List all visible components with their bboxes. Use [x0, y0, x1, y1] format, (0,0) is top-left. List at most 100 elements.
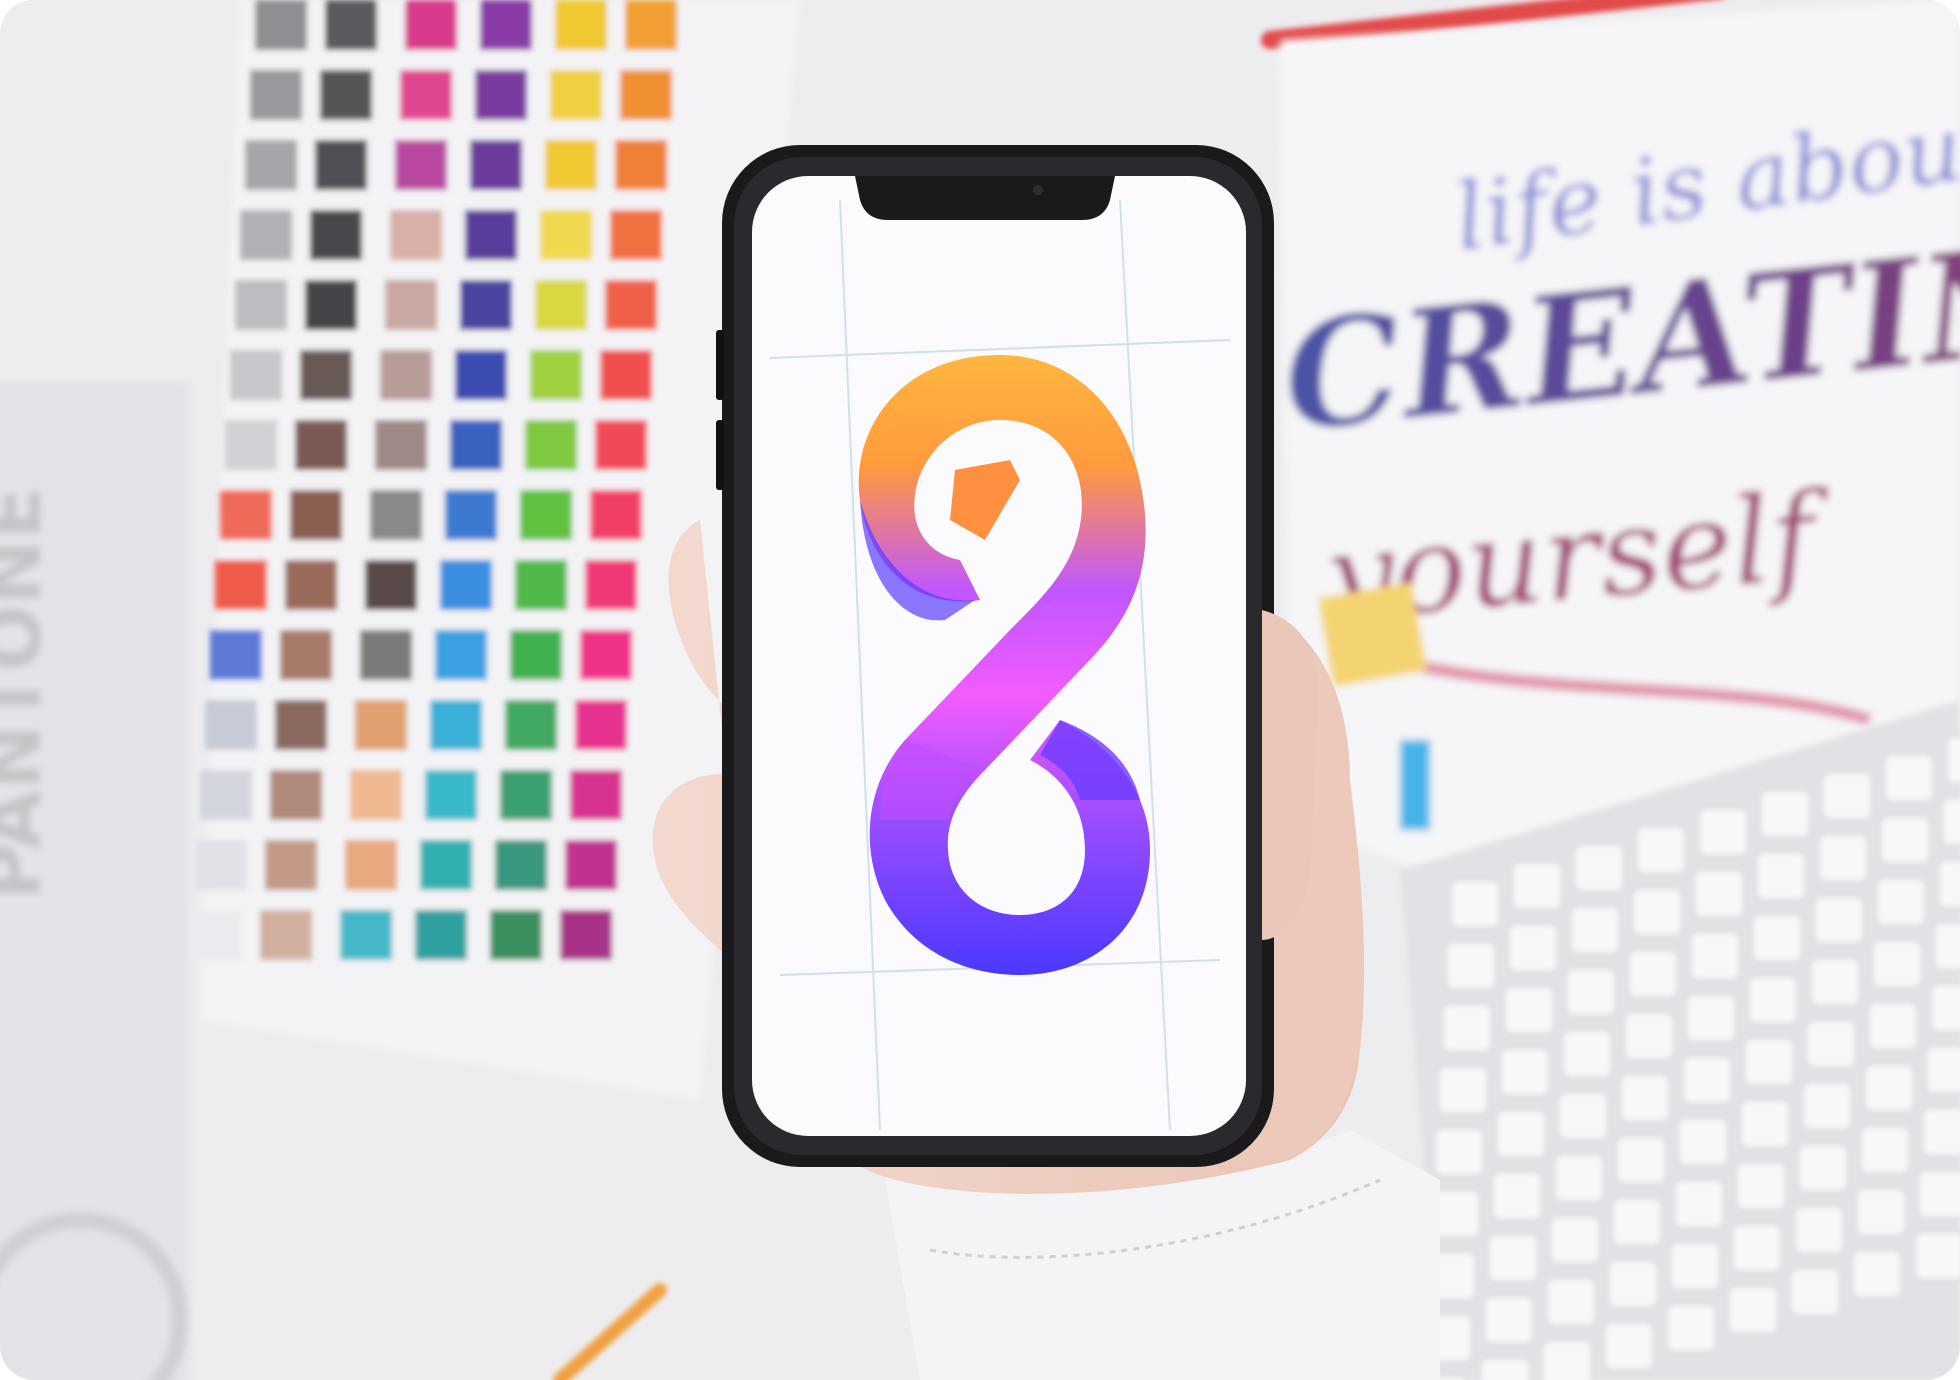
color-swatch	[300, 350, 352, 400]
color-swatch	[580, 630, 632, 680]
keyboard-key	[1801, 1081, 1853, 1131]
color-swatch	[315, 140, 367, 190]
keyboard-key	[1511, 861, 1563, 911]
color-swatch	[305, 280, 357, 330]
color-swatch	[500, 770, 552, 820]
color-swatch	[205, 700, 257, 750]
keyboard-key	[1863, 1063, 1915, 1113]
keyboard-key	[1495, 1109, 1547, 1159]
keyboard-key	[1913, 1231, 1960, 1281]
color-swatch	[450, 420, 502, 470]
keyboard-key	[1441, 1003, 1493, 1053]
keyboard-key	[1921, 1107, 1960, 1157]
color-swatch	[565, 840, 617, 890]
color-swatch	[405, 0, 457, 50]
color-swatch	[600, 350, 652, 400]
color-swatch	[615, 140, 667, 190]
keyboard-key	[1611, 1197, 1663, 1247]
photo-frame: PANTONE life is about CREATING yourself	[0, 0, 1960, 1380]
keyboard-key	[1883, 753, 1935, 803]
keyboard-key	[1437, 1065, 1489, 1115]
color-swatch	[440, 560, 492, 610]
keyboard-key	[1859, 1125, 1911, 1175]
keyboard-key	[1809, 957, 1861, 1007]
keyboard-key	[1689, 931, 1741, 981]
keyboard-key	[1851, 1249, 1903, 1299]
keyboard-key	[1743, 1037, 1795, 1087]
keyboard-key	[1487, 1233, 1539, 1283]
keyboard-key	[1665, 1303, 1717, 1353]
keyboard-key	[1541, 1339, 1593, 1380]
color-swatch	[225, 420, 277, 470]
keyboard-key	[1793, 1205, 1845, 1255]
color-swatch	[240, 210, 292, 260]
keyboard-key	[1747, 975, 1799, 1025]
color-swatch	[610, 210, 662, 260]
color-swatch	[540, 210, 592, 260]
phone-notch	[855, 176, 1115, 220]
keyboard-key	[1731, 1223, 1783, 1273]
color-swatch	[360, 630, 412, 680]
color-swatch	[365, 560, 417, 610]
color-swatch	[590, 490, 642, 540]
keyboard-key	[1871, 939, 1923, 989]
keyboard-key	[1759, 789, 1811, 839]
color-swatch	[595, 420, 647, 470]
color-swatch	[490, 910, 542, 960]
color-swatch	[510, 630, 562, 680]
keyboard-key	[1631, 887, 1683, 937]
keyboard-key	[1569, 905, 1621, 955]
keyboard-key	[1619, 1073, 1671, 1123]
color-swatch	[260, 910, 312, 960]
color-swatch	[215, 560, 267, 610]
keyboard-key	[1673, 1179, 1725, 1229]
color-swatch	[415, 910, 467, 960]
color-swatch	[275, 700, 327, 750]
color-swatch	[210, 630, 262, 680]
keyboard-key	[1433, 1127, 1485, 1177]
color-swatch	[525, 420, 577, 470]
color-swatch	[575, 700, 627, 750]
color-swatch	[420, 840, 472, 890]
keyboard-key	[1813, 895, 1865, 945]
color-swatch	[480, 0, 532, 50]
keyboard-key	[1677, 1117, 1729, 1167]
keyboard-key	[1449, 879, 1501, 929]
color-swatch	[520, 490, 572, 540]
keyboard-key	[1549, 1215, 1601, 1265]
color-swatch	[220, 490, 272, 540]
color-swatch	[425, 770, 477, 820]
color-swatch	[350, 770, 402, 820]
keyboard-key	[1697, 807, 1749, 857]
color-swatch	[345, 840, 397, 890]
keyboard-key	[1669, 1241, 1721, 1291]
color-swatch	[235, 280, 287, 330]
keyboard-key	[1929, 983, 1960, 1033]
keyboard-key	[1445, 941, 1497, 991]
keyboard-key	[1937, 859, 1960, 909]
keyboard-key	[1499, 1047, 1551, 1097]
color-swatch	[310, 210, 362, 260]
color-swatch	[255, 0, 307, 50]
keyboard-key	[1875, 877, 1927, 927]
color-swatch	[395, 140, 447, 190]
keyboard-key	[1789, 1267, 1841, 1317]
keyboard-key	[1503, 985, 1555, 1035]
keyboard-key	[1491, 1171, 1543, 1221]
color-swatch	[380, 350, 432, 400]
color-swatch	[245, 140, 297, 190]
color-swatch	[385, 280, 437, 330]
color-swatch	[370, 490, 422, 540]
keyboard-key	[1693, 869, 1745, 919]
keyboard-key	[1545, 1277, 1597, 1327]
keyboard-key	[1917, 1169, 1960, 1219]
keyboard-key	[1681, 1055, 1733, 1105]
keyboard-key	[1561, 1029, 1613, 1079]
keyboard-key	[1479, 1357, 1531, 1380]
color-swatch	[445, 490, 497, 540]
color-swatch	[295, 420, 347, 470]
keyboard-key	[1573, 843, 1625, 893]
color-swatch	[620, 70, 672, 120]
color-swatch	[375, 420, 427, 470]
keyboard-key	[1615, 1135, 1667, 1185]
